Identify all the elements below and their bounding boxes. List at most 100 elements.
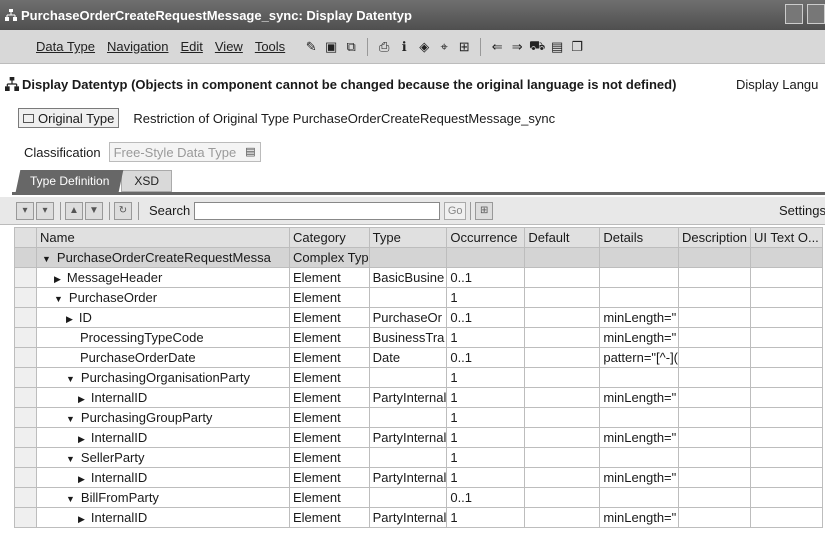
type-cell[interactable]: PartyInternal [368,467,448,488]
ui-text-cell[interactable] [750,387,824,408]
collapsed-toggle-icon[interactable]: ▶ [78,514,85,525]
info-icon[interactable]: ℹ [396,39,412,55]
default-cell[interactable] [524,327,601,348]
list-icon[interactable]: ▤ [549,39,565,55]
col-category[interactable]: Category [289,227,370,248]
forward-icon[interactable]: ⇒ [509,39,525,55]
category-cell[interactable]: Element [289,467,370,488]
description-cell[interactable] [678,407,752,428]
name-cell[interactable]: ▼ PurchasingGroupParty [36,407,290,428]
default-cell[interactable] [524,307,601,328]
occurrence-cell[interactable]: 1 [446,387,526,408]
type-cell[interactable]: PartyInternal [368,507,448,528]
expanded-toggle-icon[interactable]: ▼ [66,454,75,464]
type-cell[interactable] [368,367,448,388]
table-row[interactable]: ▶ InternalID Element PartyInternal 1 minLengt… [14,427,824,448]
col-ui-text[interactable]: UI Text O... [750,227,824,248]
row-selector[interactable] [14,287,37,308]
ui-text-cell[interactable] [750,507,824,528]
details-cell[interactable]: minLength=" [599,307,680,328]
expanded-toggle-icon[interactable]: ▼ [54,294,63,304]
default-cell[interactable] [524,287,601,308]
default-cell[interactable] [524,447,601,468]
activate-icon[interactable]: ▣ [323,39,339,55]
col-default[interactable]: Default [524,227,601,248]
type-cell[interactable] [368,407,448,428]
col-type[interactable]: Type [368,227,448,248]
row-selector[interactable] [14,447,37,468]
category-cell[interactable]: Element [289,447,370,468]
back-icon[interactable]: ⇐ [489,39,505,55]
table-row[interactable]: ▼ PurchasingOrganisationParty Element 1 [14,367,824,388]
collapsed-toggle-icon[interactable]: ▶ [54,274,61,285]
ui-text-cell[interactable] [750,307,824,328]
menu-view[interactable]: View [215,39,243,54]
details-cell[interactable]: minLength=" [599,327,680,348]
window-icon[interactable]: ❐ [569,39,585,55]
table-row[interactable]: ▶ ID Element PurchaseOr 0..1 minLength=" [14,307,824,328]
ui-text-cell[interactable] [750,287,824,308]
table-row[interactable]: ▶ MessageHeader Element BasicBusine 0..1 [14,267,824,288]
details-cell[interactable] [599,367,680,388]
occurrence-cell[interactable]: 0..1 [446,267,526,288]
details-cell[interactable]: minLength=" [599,467,680,488]
refresh-icon[interactable]: ↻ [114,201,132,220]
name-cell[interactable]: ▶ MessageHeader [36,267,290,288]
default-cell[interactable] [524,507,601,528]
details-cell[interactable] [599,447,680,468]
layout-icon[interactable]: ⊞ [475,201,494,220]
description-cell[interactable] [678,307,752,328]
print-icon[interactable]: ⎙ [376,39,392,55]
occurrence-cell[interactable]: 1 [446,367,526,388]
row-selector[interactable] [14,247,37,268]
category-cell[interactable]: Complex Typ [289,247,370,268]
search-input[interactable] [194,201,441,220]
occurrence-cell[interactable]: 0..1 [446,347,526,368]
collapsed-toggle-icon[interactable]: ▶ [78,394,85,405]
details-cell[interactable] [599,267,680,288]
ui-text-cell[interactable] [750,407,824,428]
description-cell[interactable] [678,507,752,528]
ui-text-cell[interactable] [750,247,824,268]
ui-text-cell[interactable] [750,267,824,288]
insert-icon[interactable]: ▾ [16,201,34,220]
table-row[interactable]: ▶ InternalID Element PartyInternal 1 minLengt… [14,467,824,488]
table-row[interactable]: ▼ PurchasingGroupParty Element 1 [14,407,824,428]
default-cell[interactable] [524,347,601,368]
classification-field[interactable]: Free-Style Data Type ▤ [108,142,261,162]
description-cell[interactable] [678,427,752,448]
category-cell[interactable]: Element [289,347,370,368]
occurrence-cell[interactable]: 1 [446,327,526,348]
where-used-icon[interactable]: ⌖ [436,39,452,55]
category-cell[interactable]: Element [289,327,370,348]
name-cell[interactable]: ▶ InternalID [36,507,290,528]
category-cell[interactable]: Element [289,407,370,428]
details-cell[interactable]: minLength=" [599,427,680,448]
col-description[interactable]: Description [678,227,752,248]
collapsed-toggle-icon[interactable]: ▶ [78,474,85,485]
name-cell[interactable]: ▶ InternalID [36,467,290,488]
row-selector[interactable] [14,387,37,408]
table-row[interactable]: ▶ InternalID Element PartyInternal 1 minLengt… [14,387,824,408]
details-cell[interactable] [599,247,680,268]
go-button[interactable]: Go [444,201,467,220]
menu-tools[interactable]: Tools [255,39,285,54]
row-selector[interactable] [14,367,37,388]
description-cell[interactable] [678,387,752,408]
menu-data-type[interactable]: Data Type [36,39,95,54]
collapsed-toggle-icon[interactable]: ▶ [78,434,85,445]
table-row[interactable]: ProcessingTypeCode Element BusinessTra 1 min… [14,327,824,348]
name-cell[interactable]: ▶ InternalID [36,387,290,408]
type-cell[interactable]: Date [368,347,448,368]
type-cell[interactable]: PurchaseOr [368,307,448,328]
maximize-button[interactable] [807,4,825,24]
name-cell[interactable]: ▼ PurchaseOrderCreateRequestMessa [36,247,290,268]
category-cell[interactable]: Element [289,367,370,388]
ui-text-cell[interactable] [750,327,824,348]
category-cell[interactable]: Element [289,507,370,528]
details-cell[interactable]: pattern="[^-]( [599,347,680,368]
type-cell[interactable] [368,247,448,268]
row-selector[interactable] [14,507,37,528]
name-cell[interactable]: PurchaseOrderDate [36,347,290,368]
description-cell[interactable] [678,247,752,268]
